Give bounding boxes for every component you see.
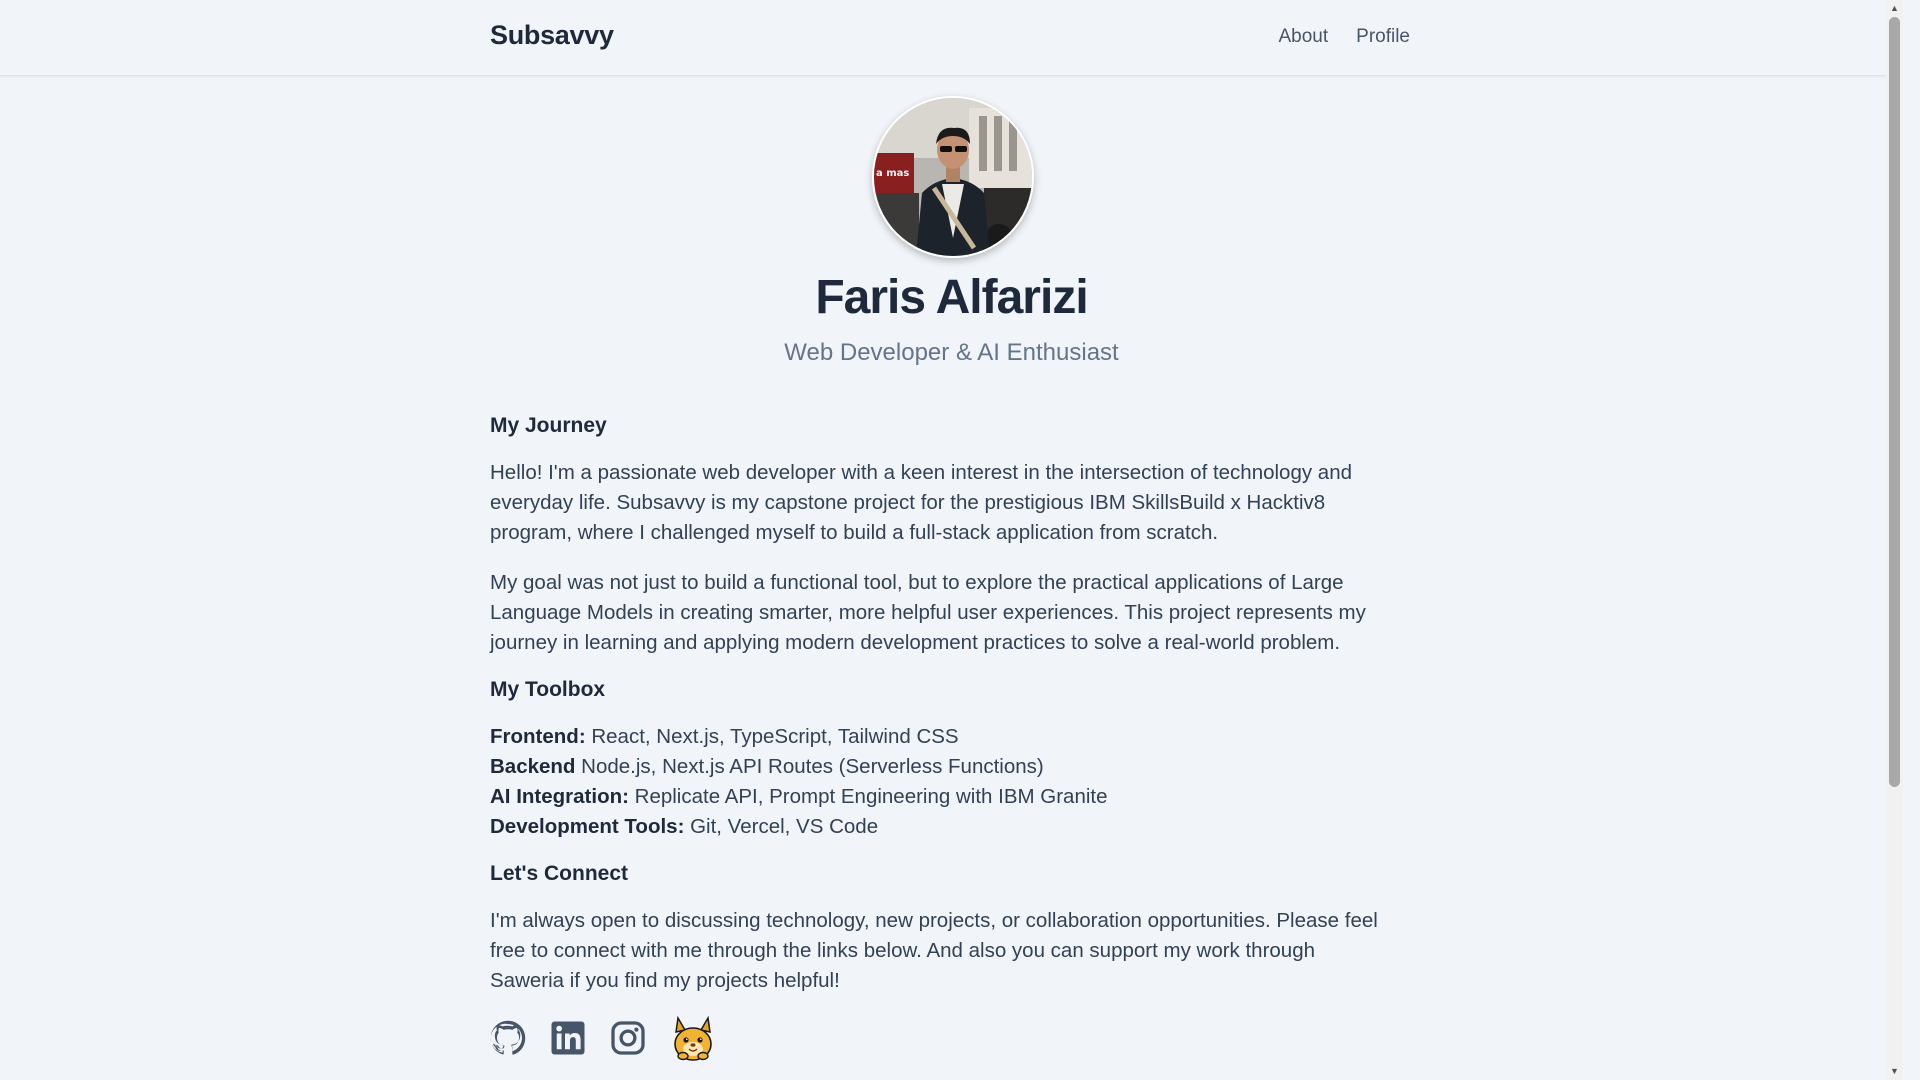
toolbox-heading: My Toolbox (490, 678, 606, 701)
toolbox-item-frontend: Frontend: React, Next.js, TypeScript, Ta… (490, 722, 1390, 752)
toolbox-list: Frontend: React, Next.js, TypeScript, Ta… (490, 722, 1390, 842)
connect-paragraph: I'm always open to discussing technology… (490, 909, 1378, 992)
nav-profile-link[interactable]: Profile (1356, 26, 1410, 48)
scroll-down-arrow-icon[interactable]: ▼ (1886, 1063, 1903, 1080)
toolbox-label: AI Integration: (490, 785, 629, 808)
toolbox-value: Node.js, Next.js API Routes (Serverless … (575, 755, 1044, 778)
brand-logo[interactable]: Subsavvy (490, 20, 614, 51)
toolbox-label: Backend (490, 755, 576, 778)
toolbox-item-ai: AI Integration: Replicate API, Prompt En… (490, 782, 1390, 812)
toolbox-item-backend: Backend Node.js, Next.js API Routes (Ser… (490, 752, 1390, 782)
scrollbar-thumb[interactable] (1889, 17, 1900, 787)
social-links (490, 1014, 1390, 1071)
github-icon[interactable] (490, 1020, 526, 1065)
avatar: a mas (872, 96, 1034, 258)
toolbox-value: React, Next.js, TypeScript, Tailwind CSS (585, 725, 959, 748)
nav-about-link[interactable]: About (1278, 26, 1328, 48)
profile-name: Faris Alfarizi (815, 271, 1088, 324)
toolbox-label: Development Tools: (490, 815, 685, 838)
journey-heading: My Journey (490, 414, 607, 437)
toolbox-item-devtools: Development Tools: Git, Vercel, VS Code (490, 812, 1390, 842)
scroll-up-arrow-icon[interactable]: ▲ (1886, 0, 1903, 17)
toolbox-value: Replicate API, Prompt Engineering with I… (628, 785, 1108, 808)
vertical-scrollbar[interactable]: ▲ ▼ (1886, 0, 1903, 1080)
svg-text:a mas: a mas (876, 168, 909, 179)
connect-heading: Let's Connect (490, 862, 629, 885)
linkedin-icon[interactable] (550, 1020, 586, 1065)
top-navbar: Subsavvy About Profile (0, 0, 1903, 76)
instagram-icon[interactable] (610, 1020, 646, 1065)
about-content: My Journey Hello! I'm a passionate web d… (490, 414, 1390, 1071)
journey-paragraph-2: My goal was not just to build a function… (490, 571, 1366, 654)
toolbox-label: Frontend: (490, 725, 586, 748)
nav-links: About Profile (1278, 26, 1410, 48)
saweria-icon[interactable] (670, 1014, 716, 1071)
profile-title: Web Developer & AI Enthusiast (784, 339, 1119, 366)
page: Subsavvy About Profile a mas Faris Alfar… (0, 0, 1903, 1080)
toolbox-value: Git, Vercel, VS Code (684, 815, 879, 838)
avatar-photo: a mas (874, 98, 1032, 256)
journey-paragraph-1: Hello! I'm a passionate web developer wi… (490, 461, 1353, 544)
